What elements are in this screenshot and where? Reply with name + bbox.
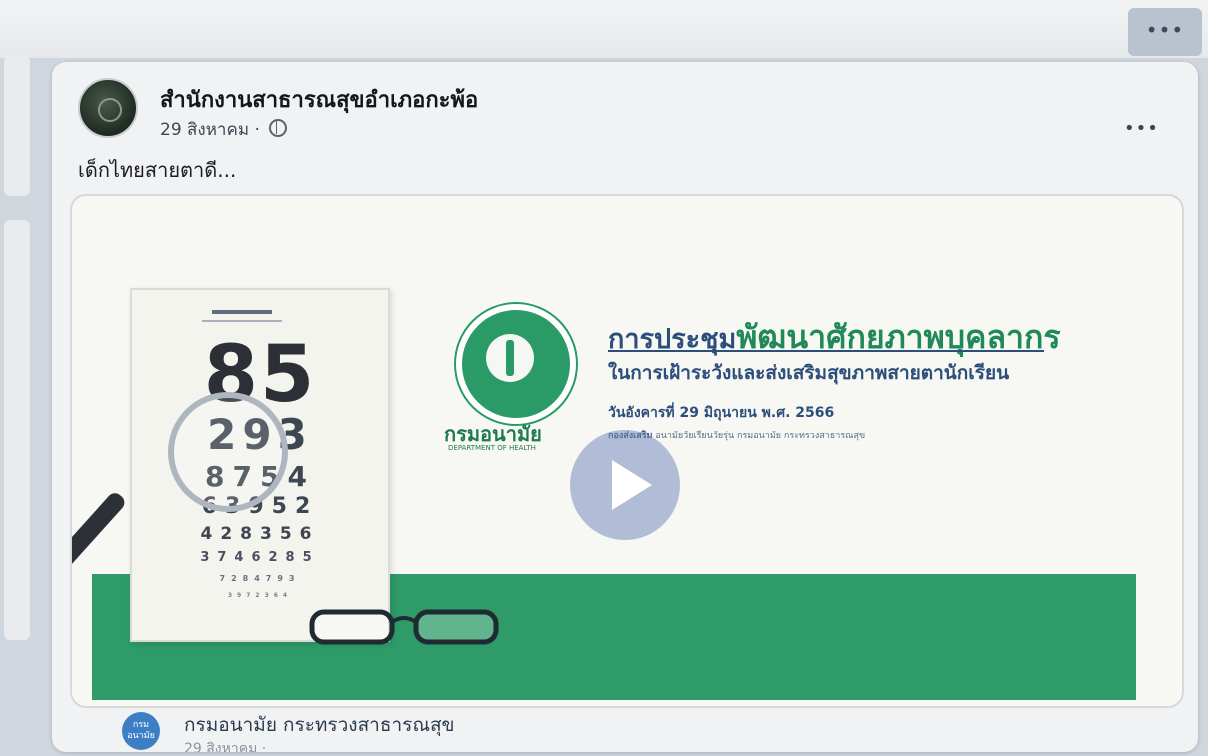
shared-page-name-link[interactable]: กรมอนามัย กระทรวงสาธารณสุข xyxy=(184,710,455,740)
video-media[interactable]: 85 293 8754 63952 428356 3746285 7284793… xyxy=(70,194,1184,708)
organizer-rest: อนามัยวัยเรียนวัยรุ่น กรมอนามัย กระทรวงส… xyxy=(655,431,866,441)
page-avatar[interactable] xyxy=(78,78,138,138)
top-more-button[interactable]: ••• xyxy=(1128,8,1202,56)
globe-icon xyxy=(269,119,288,137)
post-card: สำนักงานสาธารณสุขอำเภอกะพ้อ 29 สิงหาคม ·… xyxy=(52,62,1198,752)
page-top-bar xyxy=(0,0,1208,58)
meeting-date: วันอังคารที่ 29 มิถุนายน พ.ศ. 2566 xyxy=(608,405,835,421)
magnifier-lens-icon xyxy=(168,392,288,512)
play-icon xyxy=(612,460,652,510)
eye-chart-header xyxy=(212,310,272,314)
eye-chart-row: 3746285 xyxy=(200,550,320,565)
eye-chart-subheader xyxy=(202,320,282,322)
shared-post-date[interactable]: 29 สิงหาคม · xyxy=(184,738,266,752)
shared-page-avatar[interactable]: กรม อนามัย xyxy=(122,712,160,750)
title-divider xyxy=(608,350,1044,352)
post-more-button[interactable]: ••• xyxy=(1124,118,1159,139)
eyeglasses-icon xyxy=(309,609,499,645)
caduceus-icon xyxy=(506,340,514,376)
post-text: เด็กไทยสายตาดี... xyxy=(78,158,237,182)
left-rail-card xyxy=(4,56,30,196)
page-name-link[interactable]: สำนักงานสาธารณสุขอำเภอกะพ้อ xyxy=(160,82,478,117)
left-rail-card xyxy=(4,220,30,640)
department-of-health-logo xyxy=(456,304,576,424)
post-date[interactable]: 29 สิงหาคม · xyxy=(160,120,265,140)
dept-name-english: DEPARTMENT OF HEALTH xyxy=(448,444,536,452)
eye-chart-row: 428356 xyxy=(200,524,320,544)
meeting-subtitle: ในการเฝ้าระวังและส่งเสริมสุขภาพสายตานักเ… xyxy=(608,362,1010,384)
meeting-title: การประชุมพัฒนาศักยภาพบุคลากร xyxy=(608,312,1061,363)
eye-chart-row: 3972364 xyxy=(227,592,293,599)
eye-chart-row: 7284793 xyxy=(219,574,301,583)
avatar-emblem xyxy=(98,98,122,122)
play-button[interactable] xyxy=(570,430,680,540)
post-meta: 29 สิงหาคม · xyxy=(160,116,288,143)
